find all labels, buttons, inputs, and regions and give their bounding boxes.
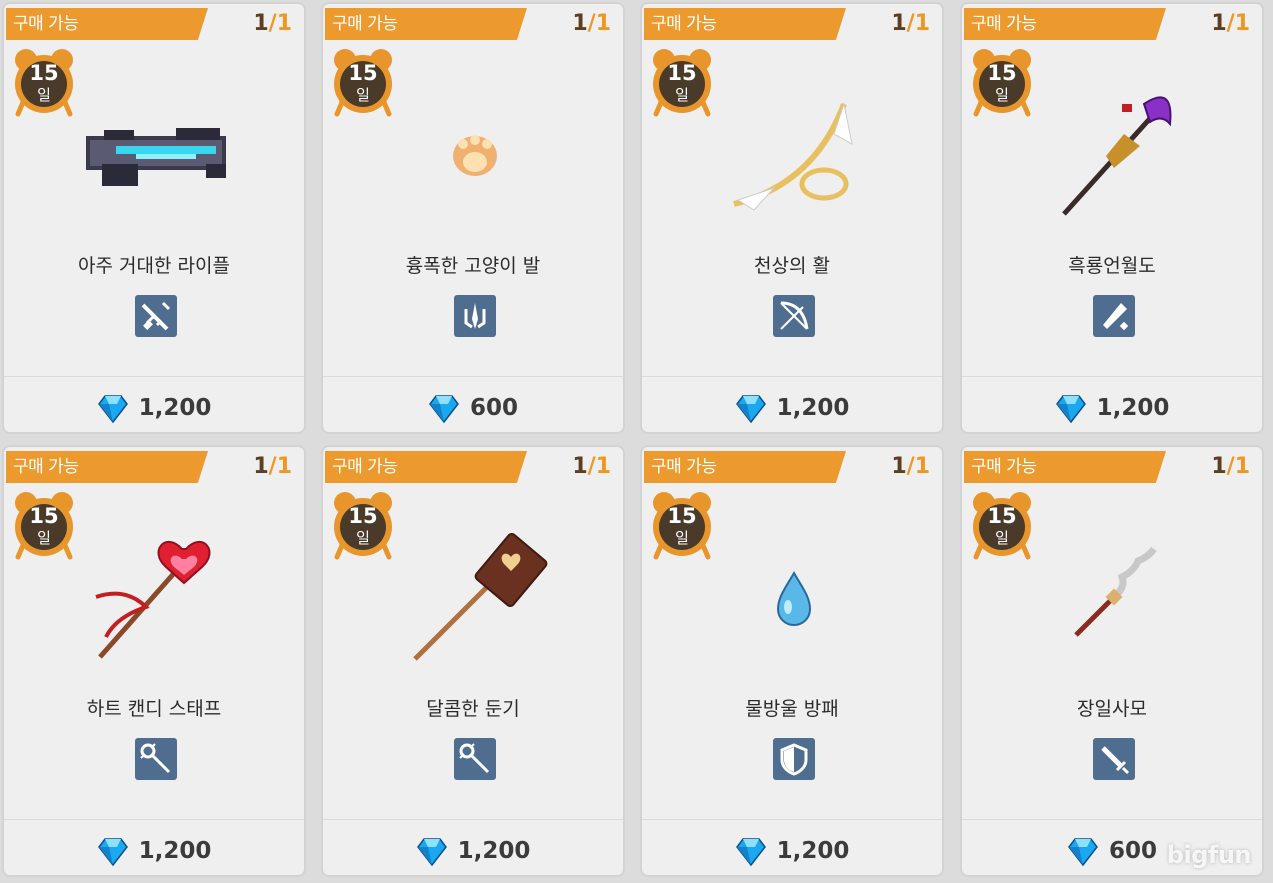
price-value: 1,200 xyxy=(457,838,531,864)
stock-count: 1/1 xyxy=(572,11,611,36)
duration-days: 15 xyxy=(667,61,697,85)
available-tag: 구매 가능 xyxy=(6,451,208,483)
water-drop-shield-icon xyxy=(694,527,894,687)
item-name: 흑룡언월도 xyxy=(1068,255,1156,277)
shop-card-giant-rifle[interactable]: 구매 가능 1/1 15 일 아주 거대한 라이플 1,200 xyxy=(2,2,306,434)
stock-count: 1/1 xyxy=(1211,454,1250,479)
shop-card-sweet-mace[interactable]: 구매 가능 1/1 15 일 달콤한 둔기 1,200 xyxy=(321,445,625,877)
shop-card-water-drop-shield[interactable]: 구매 가능 1/1 15 일 물방울 방패 1,200 xyxy=(640,445,944,877)
bigfun-watermark: bigfun xyxy=(1166,841,1252,869)
diamond-icon xyxy=(1055,395,1086,424)
price-button[interactable]: 600 xyxy=(323,388,623,428)
price-value: 600 xyxy=(1108,838,1157,864)
duration-days: 15 xyxy=(987,504,1017,528)
shop-card-celestial-bow[interactable]: 구매 가능 1/1 15 일 천상의 활 1,200 xyxy=(640,2,944,434)
stock-count: 1/1 xyxy=(891,454,930,479)
available-tag: 구매 가능 xyxy=(644,451,846,483)
price-value: 1,200 xyxy=(776,838,850,864)
divider xyxy=(4,376,304,377)
giant-rifle-icon xyxy=(56,84,256,244)
shop-card-heart-candy-staff[interactable]: 구매 가능 1/1 15 일 하트 캔디 스태프 1,200 xyxy=(2,445,306,877)
staff-icon xyxy=(135,738,177,780)
duration-days: 15 xyxy=(29,61,59,85)
price-button[interactable]: 1,200 xyxy=(4,388,304,428)
item-name: 흉폭한 고양이 발 xyxy=(405,255,541,277)
stock-count: 1/1 xyxy=(891,11,930,36)
celestial-bow-icon xyxy=(694,84,894,244)
price-value: 600 xyxy=(469,395,518,421)
heart-candy-staff-icon xyxy=(56,527,256,687)
price-button[interactable]: 1,200 xyxy=(4,831,304,871)
item-name: 장일사모 xyxy=(1077,698,1147,720)
diamond-icon xyxy=(1068,838,1098,867)
serpent-spear-icon xyxy=(1014,527,1214,687)
diamond-icon xyxy=(97,395,128,424)
sweet-mace-icon xyxy=(375,527,575,687)
item-name: 하트 캔디 스태프 xyxy=(86,698,222,720)
divider xyxy=(4,819,304,820)
price-button[interactable]: 1,200 xyxy=(642,388,942,428)
price-value: 1,200 xyxy=(1096,395,1170,421)
claw-icon xyxy=(454,295,496,337)
divider xyxy=(642,376,942,377)
shop-card-cat-paw[interactable]: 구매 가능 1/1 15 일 흉폭한 고양이 발 600 xyxy=(321,2,625,434)
available-tag: 구매 가능 xyxy=(964,8,1166,40)
duration-days: 15 xyxy=(667,504,697,528)
duration-days: 15 xyxy=(348,61,378,85)
item-name: 천상의 활 xyxy=(754,255,830,277)
price-button[interactable]: 1,200 xyxy=(323,831,623,871)
duration-days: 15 xyxy=(987,61,1017,85)
diamond-icon xyxy=(429,395,459,424)
diamond-icon xyxy=(735,838,766,867)
price-button[interactable]: 1,200 xyxy=(962,388,1262,428)
bow-icon xyxy=(773,295,815,337)
sword-icon xyxy=(1093,738,1135,780)
price-value: 1,200 xyxy=(776,395,850,421)
stock-count: 1/1 xyxy=(253,454,292,479)
blade-icon xyxy=(1093,295,1135,337)
price-value: 1,200 xyxy=(138,838,212,864)
item-name: 물방울 방패 xyxy=(745,698,839,720)
divider xyxy=(642,819,942,820)
item-name: 아주 거대한 라이플 xyxy=(78,255,230,277)
divider xyxy=(323,376,623,377)
item-name: 달콤한 둔기 xyxy=(426,698,520,720)
staff-icon xyxy=(454,738,496,780)
rifle-icon xyxy=(135,295,177,337)
stock-count: 1/1 xyxy=(1211,11,1250,36)
divider xyxy=(323,819,623,820)
stock-count: 1/1 xyxy=(253,11,292,36)
available-tag: 구매 가능 xyxy=(325,8,527,40)
divider xyxy=(962,819,1262,820)
shop-card-black-dragon-glaive[interactable]: 구매 가능 1/1 15 일 흑룡언월도 1,200 xyxy=(960,2,1264,434)
shop-card-serpent-spear[interactable]: 구매 가능 1/1 15 일 장일사모 600 xyxy=(960,445,1264,877)
stock-count: 1/1 xyxy=(572,454,611,479)
price-value: 1,200 xyxy=(138,395,212,421)
duration-days: 15 xyxy=(348,504,378,528)
price-button[interactable]: 1,200 xyxy=(642,831,942,871)
diamond-icon xyxy=(97,838,128,867)
duration-days: 15 xyxy=(29,504,59,528)
shield-icon xyxy=(773,738,815,780)
available-tag: 구매 가능 xyxy=(644,8,846,40)
available-tag: 구매 가능 xyxy=(6,8,208,40)
diamond-icon xyxy=(735,395,766,424)
available-tag: 구매 가능 xyxy=(325,451,527,483)
available-tag: 구매 가능 xyxy=(964,451,1166,483)
cat-paw-icon xyxy=(375,84,575,244)
black-dragon-glaive-icon xyxy=(1014,84,1214,244)
divider xyxy=(962,376,1262,377)
diamond-icon xyxy=(416,838,447,867)
